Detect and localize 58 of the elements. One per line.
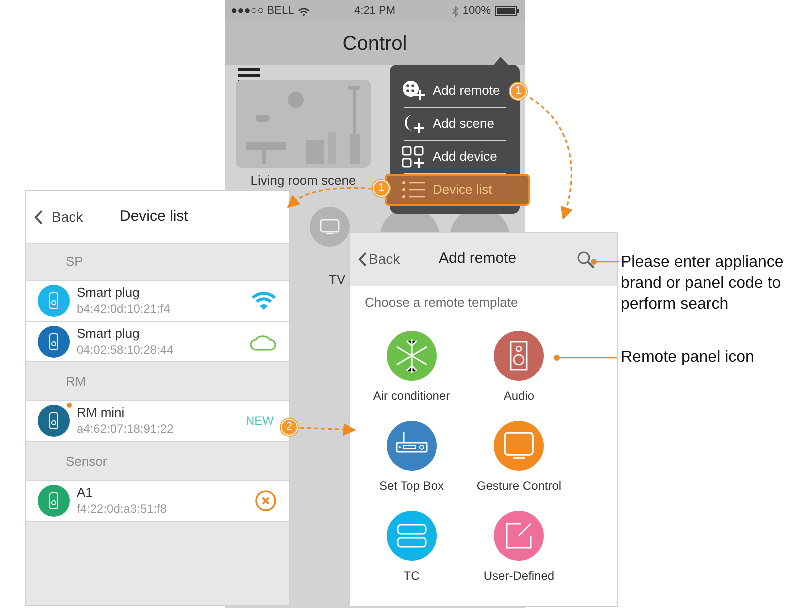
- device-row[interactable]: A1 f4:22:0d:a3:51:f8: [26, 481, 289, 521]
- device-label: TV: [329, 271, 346, 289]
- battery-text: 100%: [462, 4, 491, 19]
- remote-add-icon: [402, 80, 426, 102]
- template-label: TC: [404, 568, 420, 584]
- callout-badge: 1: [373, 180, 390, 197]
- template-label: Audio: [504, 388, 535, 404]
- moon-add-icon: [402, 113, 426, 135]
- mac-address: a4:62:07:18:91:22: [77, 421, 175, 437]
- leader-line: [591, 259, 619, 265]
- template-label: Gesture Control: [476, 478, 562, 494]
- callout-badge: 1: [510, 83, 527, 100]
- device-name: Smart plug: [77, 326, 141, 342]
- list-icon: [402, 179, 426, 201]
- scene-label: Living room scene: [250, 172, 356, 190]
- annotation-text: Please enter appliance brand or panel code to perform search: [621, 253, 785, 315]
- template-label: Set Top Box: [380, 478, 444, 494]
- section-header: RM: [66, 373, 86, 392]
- panel-title: Device list: [120, 206, 188, 227]
- tv-icon: [320, 219, 340, 235]
- menu-item[interactable]: Add scene: [402, 108, 508, 140]
- menu-item[interactable]: Add device: [402, 141, 508, 173]
- chevron-left-icon: [34, 210, 43, 224]
- bluetooth-icon: [452, 6, 459, 16]
- template-label: Air conditioner: [373, 388, 450, 404]
- chevron-left-icon: [358, 252, 367, 267]
- leader-line: [554, 355, 617, 361]
- status-time: 4:21 PM: [354, 4, 396, 19]
- panel-title: Add remote: [439, 249, 517, 270]
- dashed-arrow: [300, 423, 356, 436]
- subtitle: Choose a remote template: [365, 294, 520, 312]
- cloud-icon: [249, 332, 277, 350]
- device-name: RM mini: [77, 405, 126, 421]
- wifi-icon: [251, 291, 277, 311]
- battery-icon: [495, 6, 519, 16]
- menu-item[interactable]: Add remote: [402, 75, 508, 107]
- section-header: Sensor: [66, 453, 108, 472]
- wifi-icon: [298, 6, 310, 16]
- new-label: NEW: [246, 413, 274, 430]
- back-button[interactable]: Back: [358, 249, 400, 270]
- search-icon: [577, 251, 596, 270]
- annotation-text: Remote panel icon: [621, 348, 754, 368]
- screen-title: Control: [342, 32, 408, 56]
- template-label: User-Defined: [484, 568, 555, 584]
- squares-add-icon: [402, 146, 426, 168]
- device-name: A1: [77, 485, 94, 501]
- device-row[interactable]: Smart plug 04:02:58:10:28:44: [26, 321, 289, 361]
- carrier-text: ●●●○○ BELL: [231, 4, 294, 19]
- mac-address: 04:02:58:10:28:44: [77, 342, 175, 358]
- back-button[interactable]: Back: [34, 206, 84, 228]
- section-header: SP: [66, 253, 84, 272]
- mac-address: f4:22:0d:a3:51:f8: [77, 501, 168, 517]
- callout-badge: 2: [281, 419, 298, 436]
- device-tile[interactable]: [310, 207, 350, 247]
- mac-address: b4:42:0d:10:21:f4: [77, 301, 172, 317]
- close-icon: [255, 490, 277, 512]
- device-row[interactable]: Smart plug b4:42:0d:10:21:f4: [26, 281, 289, 321]
- device-name: Smart plug: [77, 285, 141, 301]
